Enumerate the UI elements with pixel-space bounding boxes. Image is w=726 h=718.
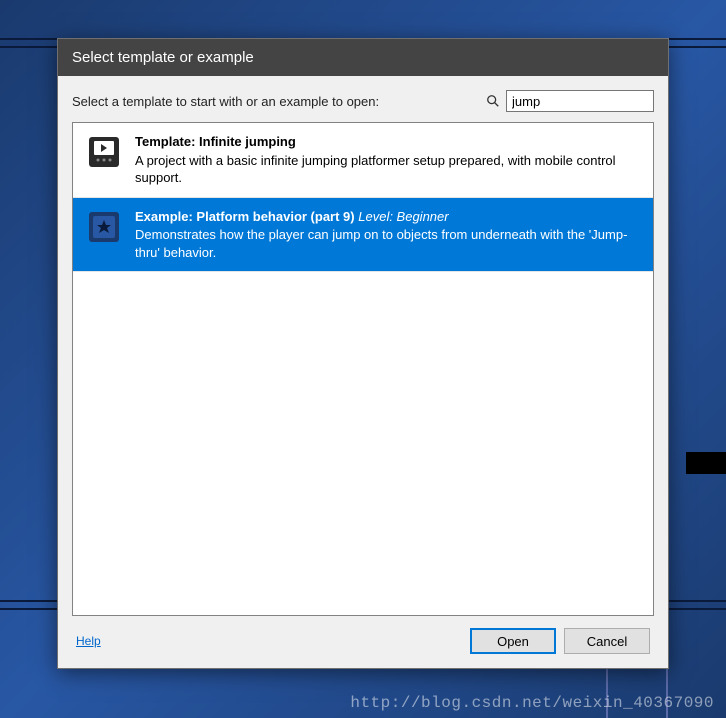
- search-input[interactable]: [506, 90, 654, 112]
- search-icon: [486, 94, 500, 108]
- cancel-button[interactable]: Cancel: [564, 628, 650, 654]
- dialog-body: Select a template to start with or an ex…: [58, 76, 668, 668]
- dialog-title: Select template or example: [58, 39, 668, 76]
- list-item-desc: Demonstrates how the player can jump on …: [135, 226, 641, 261]
- example-icon: [85, 208, 123, 246]
- watermark-text: http://blog.csdn.net/weixin_40367090: [350, 694, 714, 712]
- template-icon: [85, 133, 123, 171]
- list-item-level: Level: Beginner: [358, 209, 448, 224]
- help-link[interactable]: Help: [76, 634, 101, 648]
- list-item-title: Example: Platform behavior (part 9): [135, 209, 355, 224]
- list-item-text: Example: Platform behavior (part 9) Leve…: [135, 208, 641, 262]
- instruction-text: Select a template to start with or an ex…: [72, 94, 486, 109]
- list-item[interactable]: Template: Infinite jumping A project wit…: [73, 123, 653, 198]
- open-button[interactable]: Open: [470, 628, 556, 654]
- list-item-desc: A project with a basic infinite jumping …: [135, 152, 641, 187]
- list-item-text: Template: Infinite jumping A project wit…: [135, 133, 641, 187]
- template-dialog: Select template or example Select a temp…: [57, 38, 669, 669]
- list-item-title: Template: Infinite jumping: [135, 134, 296, 149]
- list-item[interactable]: Example: Platform behavior (part 9) Leve…: [73, 198, 653, 273]
- instruction-row: Select a template to start with or an ex…: [72, 90, 654, 112]
- template-list[interactable]: Template: Infinite jumping A project wit…: [72, 122, 654, 616]
- search-wrap: [486, 90, 654, 112]
- dialog-footer: Help Open Cancel: [72, 616, 654, 658]
